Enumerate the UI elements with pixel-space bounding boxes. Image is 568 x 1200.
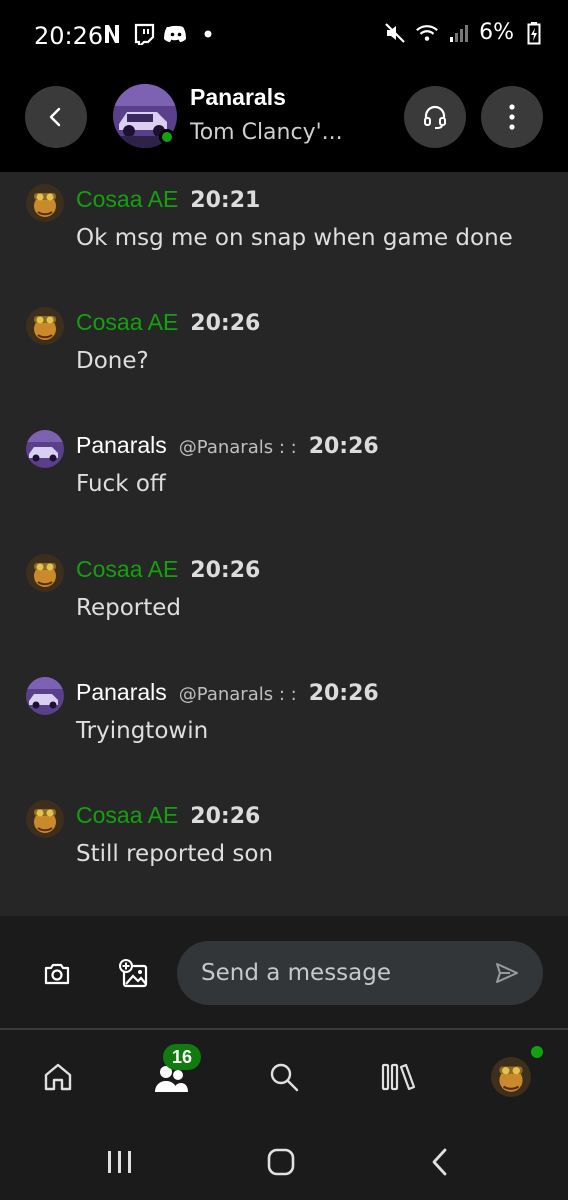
message-text: Still reported son: [76, 841, 274, 867]
send-icon: [496, 963, 518, 983]
online-presence-dot: [159, 129, 175, 145]
system-home-icon: [267, 1148, 295, 1176]
mute-icon: [383, 21, 407, 45]
camera-button[interactable]: [33, 950, 81, 998]
battery-percent: 6%: [479, 20, 514, 45]
back-button[interactable]: [25, 86, 87, 148]
system-home-button[interactable]: [261, 1142, 301, 1182]
message-time: 20:21: [190, 188, 261, 213]
sender-handle: @Panarals : :: [178, 437, 297, 458]
voice-party-button[interactable]: [404, 86, 466, 148]
system-back-button[interactable]: [420, 1142, 460, 1182]
message-item: Cosaa AE 20:26 Still reported son: [0, 796, 568, 896]
system-navigation-bar: [0, 1120, 568, 1200]
message-header: Cosaa AE 20:26: [76, 556, 260, 583]
sender-avatar[interactable]: [26, 307, 64, 345]
message-item: Panarals @Panarals : : 20:26 Tryingtowin: [0, 673, 568, 773]
conversation-name[interactable]: Panarals: [190, 84, 286, 111]
home-icon: [44, 1063, 72, 1091]
nav-profile[interactable]: [486, 1052, 536, 1102]
sender-avatar[interactable]: [26, 184, 64, 222]
recent-apps-button[interactable]: [100, 1142, 140, 1182]
message-header: Cosaa AE 20:26: [76, 802, 260, 829]
battery-icon: [522, 21, 546, 45]
message-input-wrapper: [177, 941, 543, 1005]
message-text: Done?: [76, 348, 149, 374]
sender-avatar[interactable]: [26, 800, 64, 838]
sender-avatar[interactable]: [26, 554, 64, 592]
sender-avatar[interactable]: [26, 677, 64, 715]
more-options-button[interactable]: [481, 86, 543, 148]
sender-name[interactable]: Cosaa AE: [76, 556, 178, 583]
add-image-button[interactable]: [110, 950, 158, 998]
sender-name[interactable]: Panarals: [76, 679, 167, 706]
message-text: Fuck off: [76, 471, 166, 497]
message-header: Cosaa AE 20:21: [76, 186, 260, 213]
conversation-status: Tom Clancy'...: [190, 120, 343, 145]
message-text: Reported: [76, 595, 181, 621]
message-header: Panarals @Panarals : : 20:26: [76, 432, 379, 459]
message-item: Cosaa AE 20:26 Reported: [0, 550, 568, 650]
discord-icon: [164, 22, 188, 46]
social-notification-badge: 16: [163, 1044, 201, 1070]
message-text: Ok msg me on snap when game done: [76, 225, 513, 251]
message-input[interactable]: [201, 941, 481, 1005]
message-item: Cosaa AE 20:26 Done?: [0, 303, 568, 403]
message-composer: [0, 916, 568, 1028]
message-time: 20:26: [190, 311, 261, 336]
sender-name[interactable]: Cosaa AE: [76, 802, 178, 829]
message-item: Panarals @Panarals : : 20:26 Fuck off: [0, 426, 568, 526]
message-time: 20:26: [308, 434, 379, 459]
search-icon: [270, 1063, 299, 1092]
chat-header: Panarals Tom Clancy'...: [0, 70, 568, 172]
notification-icons: [100, 22, 220, 46]
signal-icon: [447, 21, 471, 45]
nav-search[interactable]: [259, 1052, 309, 1102]
sender-name[interactable]: Panarals: [76, 432, 167, 459]
twitch-icon: [132, 22, 156, 46]
message-list[interactable]: Cosaa AE 20:21 Ok msg me on snap when ga…: [0, 172, 568, 916]
nav-home[interactable]: [33, 1052, 83, 1102]
bottom-navigation: 16: [0, 1030, 568, 1120]
message-text: Tryingtowin: [76, 718, 209, 744]
message-header: Panarals @Panarals : : 20:26: [76, 679, 379, 706]
message-time: 20:26: [190, 804, 261, 829]
dot-icon: [196, 22, 220, 46]
message-time: 20:26: [308, 681, 379, 706]
more-vertical-icon: [509, 104, 515, 130]
message-item: Cosaa AE 20:21 Ok msg me on snap when ga…: [0, 180, 568, 280]
system-back-icon: [432, 1148, 447, 1176]
status-time: 20:26: [34, 22, 104, 50]
status-bar: 20:26 6%: [0, 0, 568, 70]
sender-avatar[interactable]: [26, 430, 64, 468]
library-icon: [381, 1063, 416, 1091]
message-time: 20:26: [190, 558, 261, 583]
send-button[interactable]: [493, 959, 521, 987]
headset-icon: [424, 105, 446, 129]
sender-name[interactable]: Cosaa AE: [76, 309, 178, 336]
profile-avatar: [491, 1057, 531, 1097]
message-header: Cosaa AE 20:26: [76, 309, 260, 336]
recent-apps-icon: [108, 1151, 131, 1173]
nav-library[interactable]: [373, 1052, 423, 1102]
add-image-icon: [119, 959, 148, 988]
wifi-icon: [415, 21, 439, 45]
camera-icon: [44, 963, 70, 985]
profile-online-dot: [531, 1046, 543, 1058]
chevron-left-icon: [49, 107, 61, 127]
system-icons: 6%: [383, 20, 546, 45]
sender-handle: @Panarals : :: [178, 684, 297, 705]
sender-name[interactable]: Cosaa AE: [76, 186, 178, 213]
netflix-icon: [100, 22, 124, 46]
